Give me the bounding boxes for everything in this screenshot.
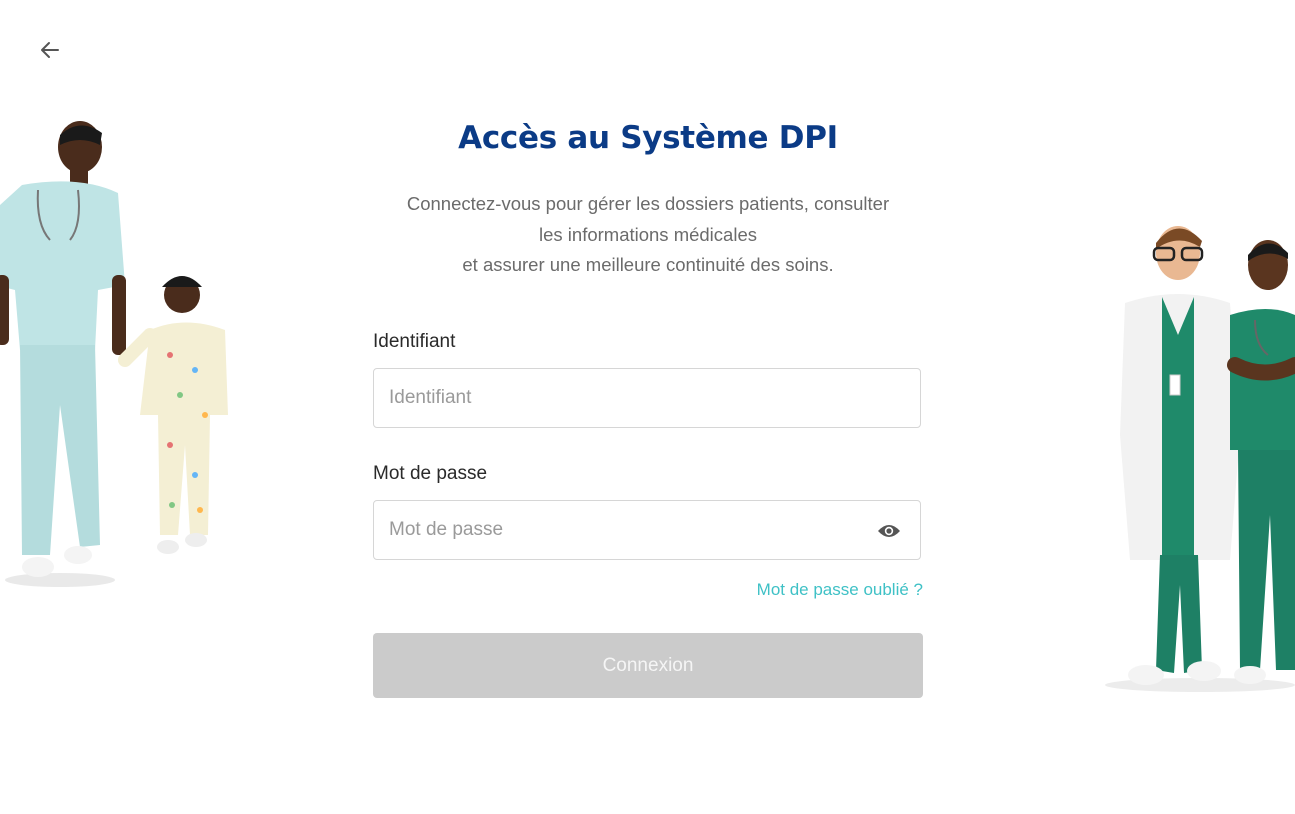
username-input[interactable] <box>374 369 920 427</box>
doctors-group-illustration <box>1105 226 1295 692</box>
password-input[interactable] <box>374 501 920 559</box>
page-title: Accès au Système DPI <box>458 120 838 156</box>
eye-icon <box>878 525 900 537</box>
back-button[interactable] <box>34 34 66 66</box>
password-field <box>373 500 921 560</box>
nurse-with-child-illustration <box>0 121 228 587</box>
show-password-button[interactable] <box>876 519 902 543</box>
page-subtitle: Connectez-vous pour gérer les dossiers p… <box>363 189 933 281</box>
subtitle-line: Connectez-vous pour gérer les dossiers p… <box>406 193 890 214</box>
login-button[interactable]: Connexion <box>373 633 923 698</box>
subtitle-line: et assurer une meilleure continuité des … <box>462 254 834 275</box>
username-field <box>373 368 921 428</box>
forgot-password-link[interactable]: Mot de passe oublié ? <box>653 580 923 600</box>
username-label: Identifiant <box>373 331 456 352</box>
subtitle-line: les informations médicales <box>539 223 757 245</box>
password-label: Mot de passe <box>373 463 488 484</box>
arrow-left-icon <box>41 42 59 58</box>
